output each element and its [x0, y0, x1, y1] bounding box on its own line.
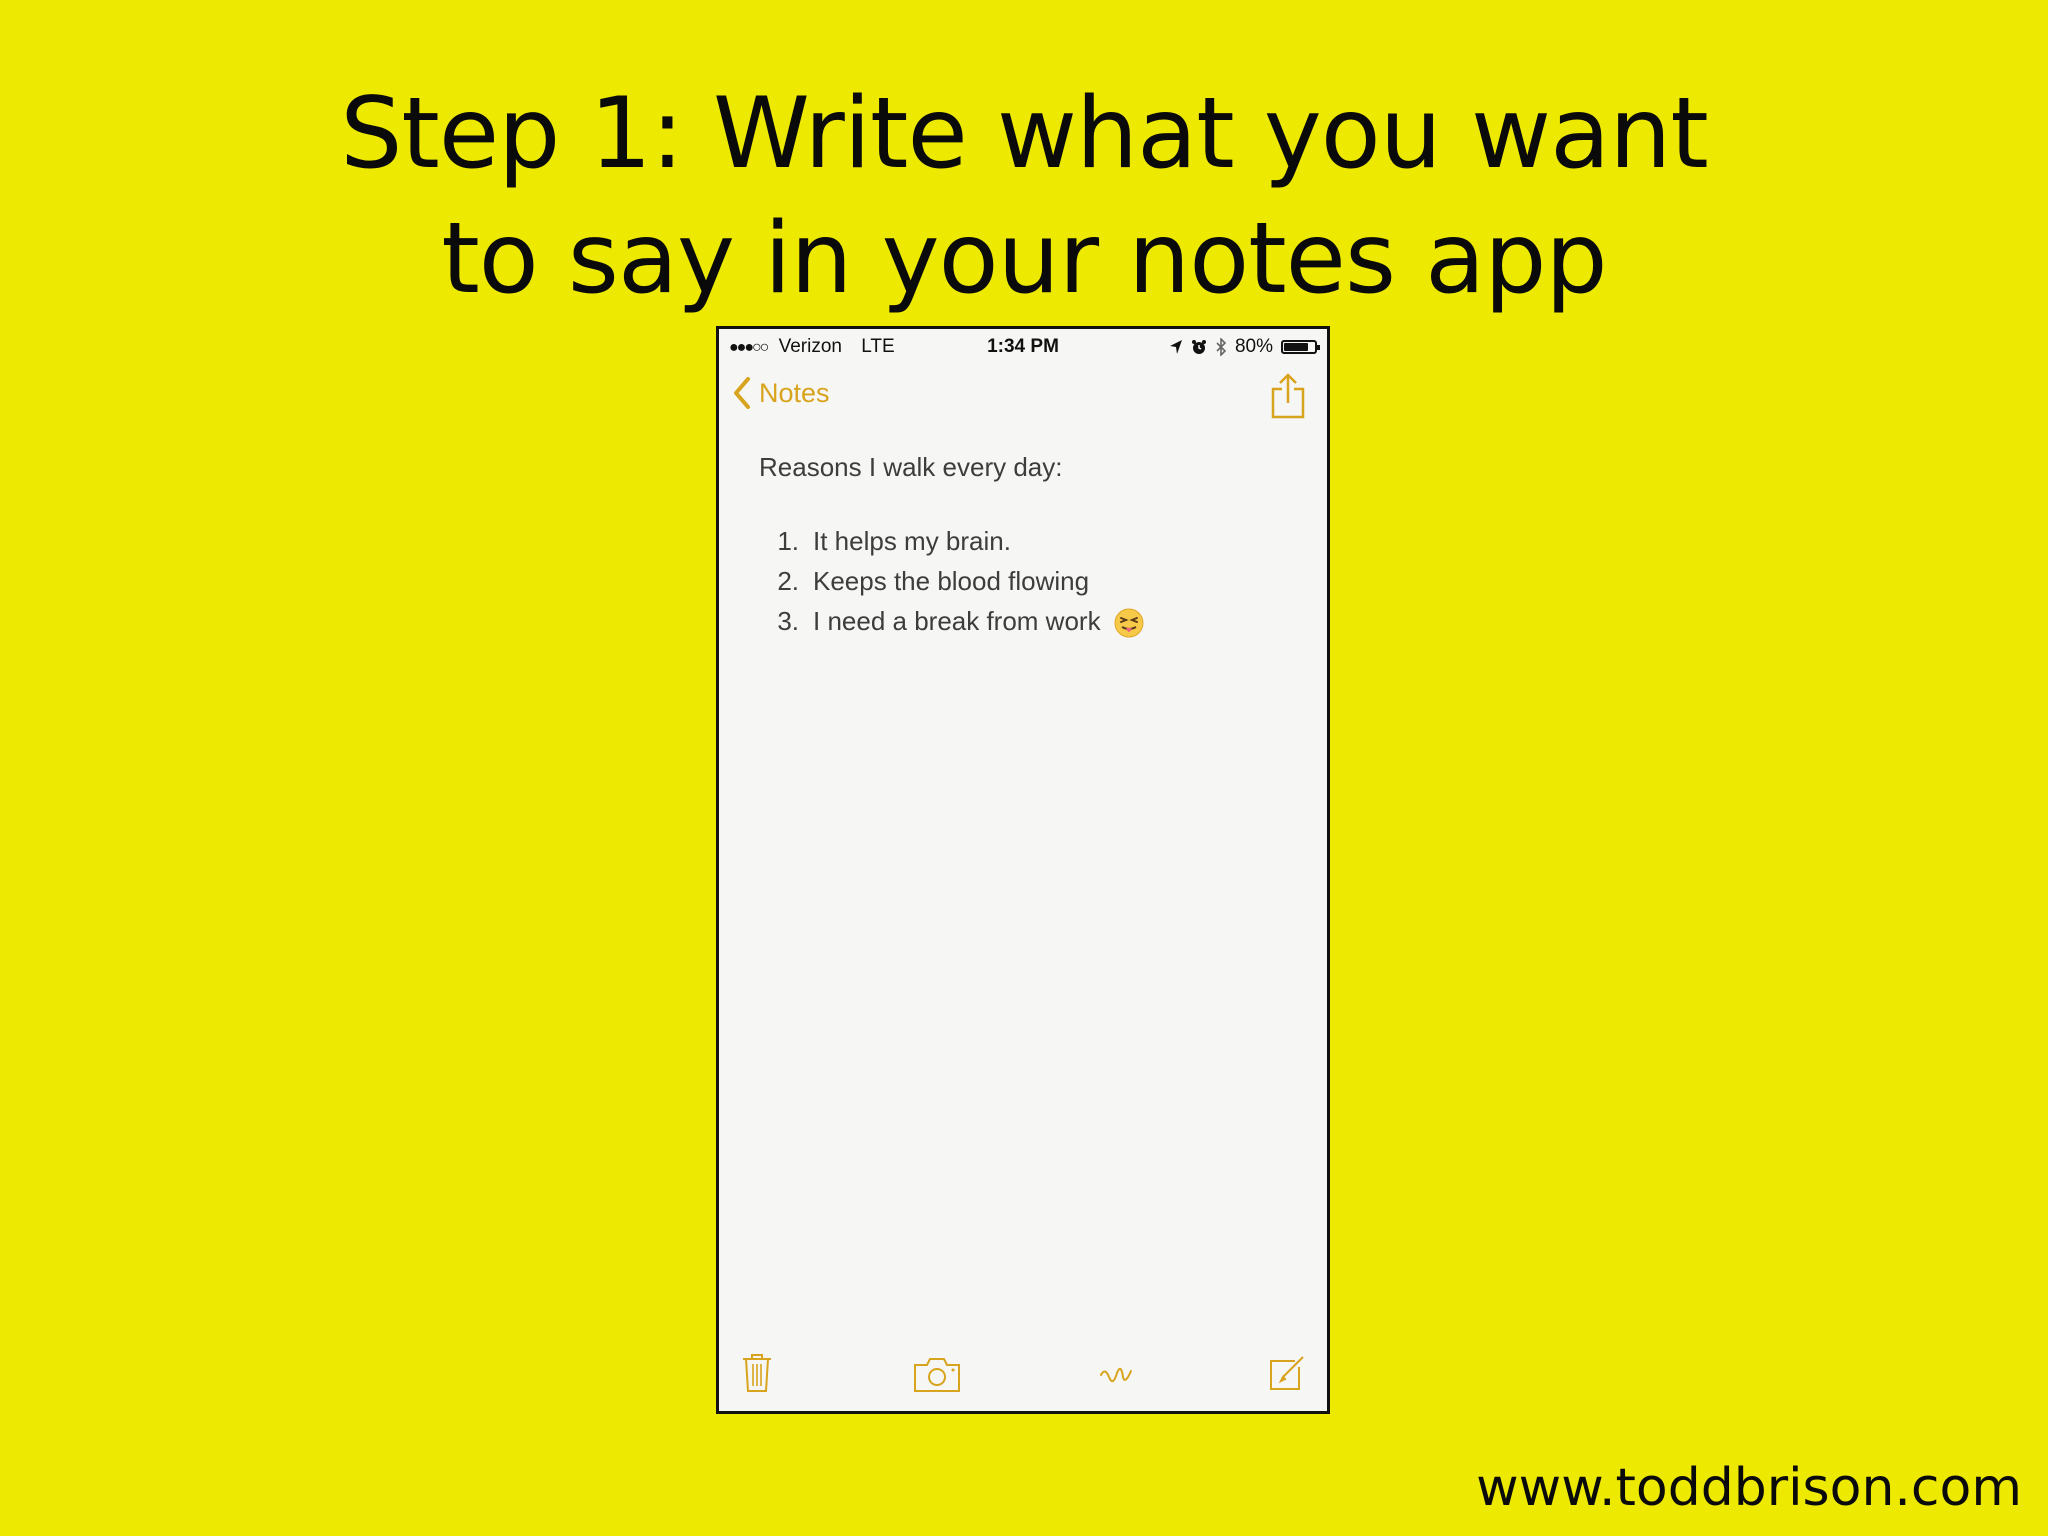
- note-list: 1. It helps my brain. 2. Keeps the blood f…: [759, 521, 1307, 641]
- slide-title-line-1: Step 1: Write what you want: [340, 77, 1709, 191]
- battery-icon: [1281, 340, 1320, 354]
- delete-button[interactable]: [741, 1353, 773, 1397]
- compose-button[interactable]: [1267, 1353, 1307, 1397]
- trash-icon: [743, 1354, 771, 1392]
- slide-title: Step 1: Write what you want to say in yo…: [0, 72, 2048, 322]
- list-item: 3. I need a break from work: [759, 601, 1307, 641]
- chevron-left-icon: [734, 377, 750, 409]
- camera-icon: [914, 1358, 960, 1392]
- status-right: 80%: [1169, 336, 1320, 358]
- slide-title-line-2: to say in your notes app: [441, 202, 1607, 316]
- compose-icon: [1270, 1356, 1304, 1390]
- back-label: Notes: [759, 377, 830, 408]
- battery-percent: 80%: [1234, 336, 1273, 357]
- toolbar: [719, 1341, 1327, 1411]
- list-item-number: 3.: [777, 606, 799, 636]
- note-content[interactable]: Reasons I walk every day: 1. It helps my …: [759, 447, 1307, 641]
- back-button[interactable]: Notes: [733, 377, 830, 409]
- alarm-icon: [1191, 340, 1206, 354]
- status-bar: ●●●○○ Verizon LTE 1:34 PM 80%: [719, 329, 1327, 365]
- phone-screenshot: ●●●○○ Verizon LTE 1:34 PM 80% Notes Reas…: [716, 326, 1330, 1414]
- list-item-text: I need a break from work: [813, 606, 1101, 636]
- share-button[interactable]: [1271, 373, 1305, 423]
- sketch-button[interactable]: [1097, 1353, 1137, 1397]
- bluetooth-icon: [1216, 338, 1227, 356]
- list-item: 1. It helps my brain.: [759, 521, 1307, 561]
- battery-fill: [1284, 343, 1308, 351]
- tongue-out-emoji: [1114, 608, 1144, 638]
- camera-button[interactable]: [913, 1357, 961, 1397]
- list-item-text: Keeps the blood flowing: [813, 566, 1090, 596]
- share-icon: [1271, 373, 1305, 419]
- footer-url: www.toddbrison.com: [1476, 1458, 2022, 1518]
- list-item-text: It helps my brain.: [813, 526, 1011, 556]
- location-icon: [1169, 340, 1182, 354]
- nav-bar: Notes: [719, 365, 1327, 435]
- note-heading: Reasons I walk every day:: [759, 452, 1063, 482]
- sketch-icon: [1100, 1367, 1132, 1383]
- list-item-number: 2.: [777, 566, 799, 596]
- list-item-number: 1.: [777, 526, 799, 556]
- list-item: 2. Keeps the blood flowing: [759, 561, 1307, 601]
